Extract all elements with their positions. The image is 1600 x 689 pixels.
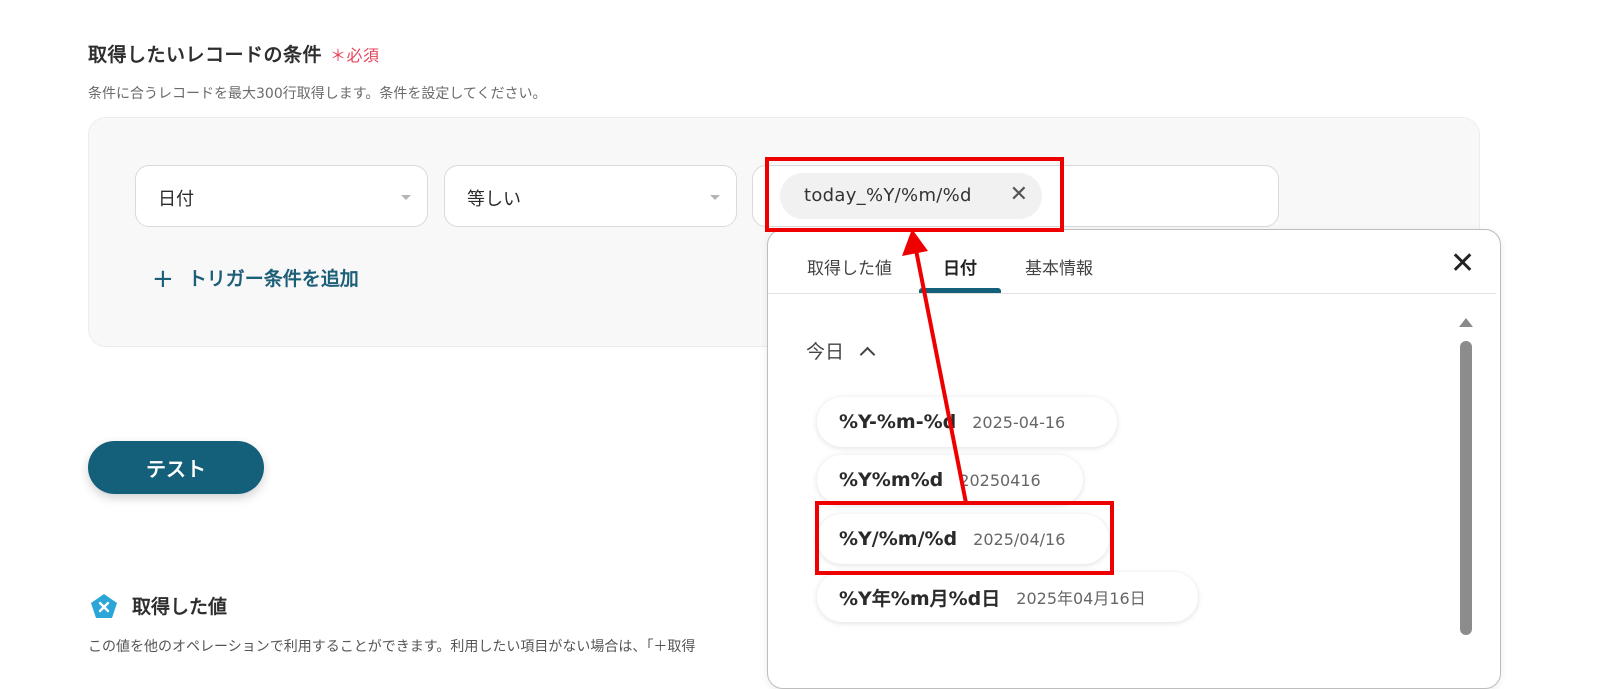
highlight-box-option — [815, 501, 1114, 575]
field-select-value: 日付 — [158, 189, 194, 210]
date-format-option[interactable]: %Y-%m-%d 2025-04-16 — [817, 397, 1117, 447]
chevron-down-icon — [710, 195, 720, 200]
section-title: 取得したいレコードの条件 ＊必須 — [88, 40, 380, 67]
tab-divider — [768, 293, 1496, 294]
option-format: %Y%m%d — [839, 469, 944, 491]
operator-select[interactable]: 等しい — [444, 165, 737, 227]
plus-icon: + — [152, 264, 174, 294]
option-example: 20250416 — [959, 470, 1041, 490]
operator-select-value: 等しい — [467, 189, 521, 210]
add-condition-label: トリガー条件を追加 — [187, 268, 359, 290]
acquired-description: この値を他のオペレーションで利用することができます。利用したい項目がない場合は、… — [88, 639, 696, 655]
field-select[interactable]: 日付 — [135, 165, 428, 227]
acquired-title: 取得した値 — [132, 596, 228, 618]
add-condition-button[interactable]: + トリガー条件を追加 — [152, 262, 359, 294]
group-label: 今日 — [806, 341, 845, 363]
required-mark: ＊必須 — [330, 46, 380, 65]
group-today-toggle[interactable]: 今日 — [806, 337, 876, 364]
close-icon[interactable]: ✕ — [1450, 248, 1475, 280]
tab-date[interactable]: 日付 — [943, 254, 977, 279]
option-format: %Y年%m月%d日 — [839, 587, 1001, 610]
scrollbar-thumb[interactable] — [1460, 341, 1472, 635]
section-title-text: 取得したいレコードの条件 — [88, 44, 323, 66]
chevron-up-icon — [859, 346, 876, 363]
highlight-box-chip — [765, 157, 1064, 232]
date-format-option[interactable]: %Y%m%d 20250416 — [817, 455, 1083, 505]
test-button[interactable]: テスト — [88, 441, 264, 494]
date-format-option[interactable]: %Y年%m月%d日 2025年04月16日 — [817, 572, 1198, 622]
tab-acquired[interactable]: 取得した値 — [807, 254, 892, 279]
pentagon-x-icon — [91, 594, 117, 618]
option-example: 2025-04-16 — [972, 412, 1066, 432]
chevron-down-icon — [401, 195, 411, 200]
option-example: 2025年04月16日 — [1016, 589, 1146, 608]
scroll-up-arrow[interactable] — [1459, 318, 1473, 327]
tab-basic-info[interactable]: 基本情報 — [1025, 254, 1093, 279]
section-description: 条件に合うレコードを最大300行取得します。条件を設定してください。 — [88, 86, 547, 102]
option-format: %Y-%m-%d — [839, 411, 957, 433]
